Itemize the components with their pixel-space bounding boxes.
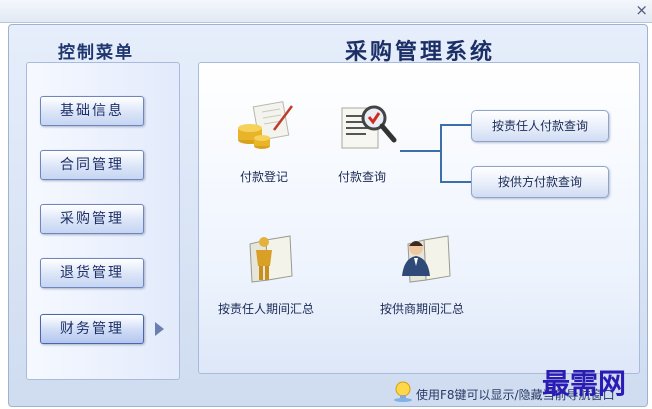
connector-line (400, 150, 442, 152)
payment-query-icon[interactable] (336, 100, 400, 152)
payment-register-icon[interactable] (234, 100, 298, 152)
connector-line (440, 124, 472, 126)
sidebar-item-contract[interactable]: 合同管理 (40, 150, 144, 180)
close-icon[interactable]: × (635, 1, 648, 19)
function-label-payment-query[interactable]: 付款查询 (338, 168, 386, 185)
sidebar-item-purchase[interactable]: 采购管理 (40, 204, 144, 234)
lightbulb-icon (394, 381, 412, 402)
function-label-supplier-period-summary[interactable]: 按供商期间汇总 (380, 300, 464, 317)
person-period-summary-icon[interactable] (240, 232, 304, 284)
sidebar-item-finance[interactable]: 财务管理 (40, 314, 144, 344)
query-by-person-button[interactable]: 按责任人付款查询 (471, 110, 609, 142)
connector-line (440, 124, 442, 182)
active-arrow-icon (155, 322, 164, 336)
supplier-period-summary-icon[interactable] (396, 232, 460, 284)
sidebar-item-return[interactable]: 退货管理 (40, 258, 144, 288)
query-by-supplier-button[interactable]: 按供方付款查询 (471, 166, 609, 198)
sidebar-title: 控制菜单 (58, 43, 134, 63)
connector-line (440, 181, 472, 183)
watermark-logo: 最需网 (542, 367, 627, 400)
function-label-payment-register[interactable]: 付款登记 (240, 168, 288, 185)
sidebar-item-basic-info[interactable]: 基础信息 (40, 96, 144, 126)
window-title-bar: × (0, 0, 652, 23)
function-label-person-period-summary[interactable]: 按责任人期间汇总 (218, 300, 314, 317)
